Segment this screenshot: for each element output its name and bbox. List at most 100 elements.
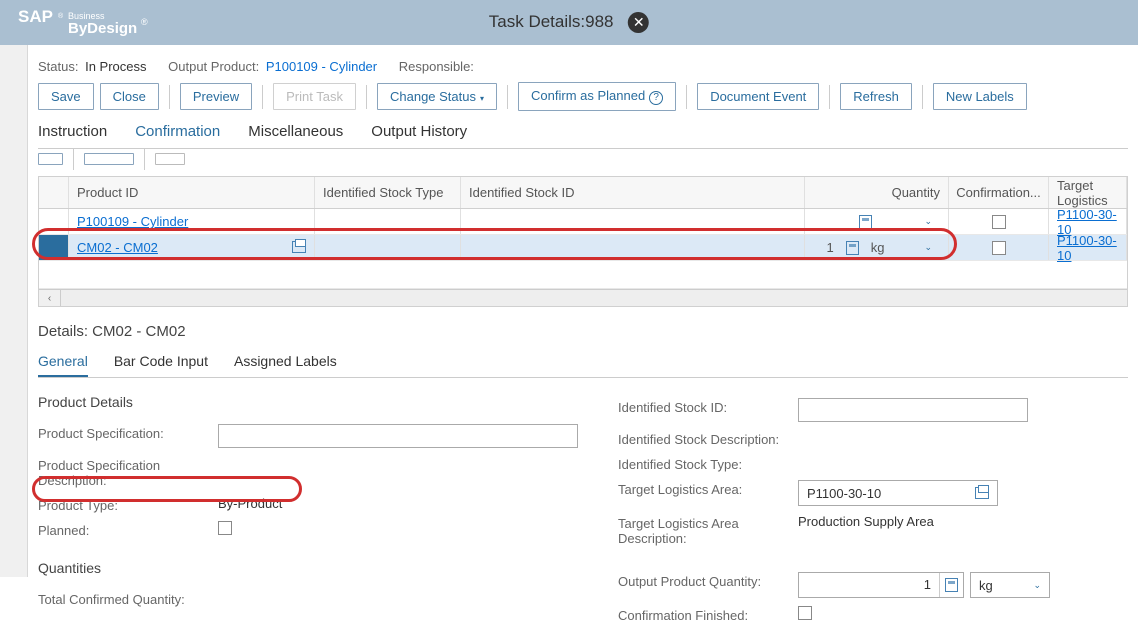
- table-row[interactable]: P100109 - Cylinder ⌄ P11: [39, 209, 1127, 235]
- value-product-type: By-Product: [218, 496, 578, 511]
- section-product-details: Product Details: [38, 394, 578, 410]
- chevron-down-icon: ⌄: [1033, 580, 1041, 591]
- new-labels-button[interactable]: New Labels: [933, 83, 1027, 110]
- partial-button[interactable]: [38, 153, 63, 165]
- preview-button[interactable]: Preview: [180, 83, 252, 110]
- select-unit[interactable]: kg ⌄: [970, 572, 1050, 598]
- label-total-confirmed: Total Confirmed Quantity:: [38, 590, 218, 607]
- status-row: Status: In Process Output Product: P1001…: [38, 45, 1128, 82]
- close-button[interactable]: Close: [100, 83, 159, 110]
- tab-output-history[interactable]: Output History: [371, 121, 467, 142]
- col-check: [39, 177, 69, 208]
- scroll-left-icon[interactable]: ‹: [39, 290, 61, 306]
- cell-product-id: CM02 - CM02: [69, 235, 315, 260]
- product-link[interactable]: P100109 - Cylinder: [77, 214, 188, 229]
- table-row[interactable]: CM02 - CM02 1 kg ⌄: [39, 235, 1127, 261]
- svg-text:ByDesign: ByDesign: [68, 20, 137, 37]
- chevron-down-icon[interactable]: ⌄: [924, 242, 932, 253]
- label-product-type: Product Type:: [38, 496, 218, 513]
- cell-product-id: P100109 - Cylinder: [69, 209, 315, 234]
- document-event-button[interactable]: Document Event: [697, 83, 819, 110]
- tab-barcode[interactable]: Bar Code Input: [114, 350, 208, 377]
- label-product-spec: Product Specification:: [38, 424, 218, 441]
- divider: [144, 148, 145, 170]
- col-product-id[interactable]: Product ID: [69, 177, 315, 208]
- cell-quantity: 1 kg ⌄: [805, 235, 949, 260]
- input-target-logistics-area[interactable]: P1100-30-10: [798, 480, 998, 506]
- product-link[interactable]: CM02 - CM02: [77, 240, 158, 255]
- svg-text:®: ®: [58, 12, 64, 20]
- qty-value: 1: [826, 240, 833, 255]
- table-header: Product ID Identified Stock Type Identif…: [39, 177, 1127, 209]
- tab-assigned-labels[interactable]: Assigned Labels: [234, 350, 337, 377]
- toolbar-divider: [922, 85, 923, 109]
- toolbar-divider: [169, 85, 170, 109]
- label-tla-desc: Target Logistics Area Description:: [618, 514, 798, 546]
- tab-confirmation[interactable]: Confirmation: [135, 121, 220, 142]
- refresh-button[interactable]: Refresh: [840, 83, 912, 110]
- open-icon[interactable]: [292, 241, 306, 253]
- output-product-link[interactable]: P100109 - Cylinder: [266, 59, 377, 74]
- tab-general[interactable]: General: [38, 350, 88, 377]
- divider: [73, 148, 74, 170]
- sub-toolbar: [38, 148, 1128, 176]
- open-icon[interactable]: [975, 487, 989, 499]
- checkbox[interactable]: [992, 241, 1006, 255]
- change-status-label: Change Status: [390, 89, 476, 104]
- details-grid: Product Details Product Specification: P…: [38, 394, 1128, 627]
- toolbar-divider: [366, 85, 367, 109]
- confirm-planned-button[interactable]: Confirm as Planned?: [518, 82, 676, 111]
- output-product-label: Output Product:: [168, 59, 259, 74]
- details-title: Details: CM02 - CM02: [38, 323, 1128, 340]
- col-confirmation[interactable]: Confirmation...: [949, 177, 1049, 208]
- main-tabs: Instruction Confirmation Miscellaneous O…: [38, 121, 1128, 149]
- cell-target: P1100-30-10: [1049, 209, 1127, 234]
- cell-stock-type: [315, 209, 461, 234]
- table-scrollbar[interactable]: ‹: [39, 289, 1127, 306]
- toolbar-divider: [507, 85, 508, 109]
- products-table: Product ID Identified Stock Type Identif…: [38, 176, 1128, 307]
- label-conf-finished: Confirmation Finished:: [618, 606, 798, 623]
- col-stock-type[interactable]: Identified Stock Type: [315, 177, 461, 208]
- page-title: Task Details:988 ✕: [489, 12, 649, 33]
- chevron-down-icon[interactable]: ⌄: [924, 216, 932, 227]
- tab-instruction[interactable]: Instruction: [38, 121, 107, 142]
- partial-button[interactable]: [84, 153, 134, 165]
- toolbar-divider: [829, 85, 830, 109]
- status-value: In Process: [85, 59, 146, 74]
- unit-value: kg: [979, 578, 993, 593]
- row-selector[interactable]: [39, 209, 69, 234]
- close-icon[interactable]: ✕: [628, 12, 649, 33]
- top-header: SAP ® Business ByDesign ® Task Details:9…: [0, 0, 1138, 45]
- input-output-qty[interactable]: 1: [798, 572, 964, 598]
- calculator-icon[interactable]: [846, 241, 859, 255]
- label-planned: Planned:: [38, 521, 218, 538]
- checkbox-planned[interactable]: [218, 521, 232, 535]
- change-status-button[interactable]: Change Status ▾: [377, 83, 497, 110]
- label-output-qty: Output Product Quantity:: [618, 572, 798, 589]
- chevron-down-icon: ▾: [480, 94, 484, 103]
- calculator-icon[interactable]: [859, 215, 872, 229]
- save-button[interactable]: Save: [38, 83, 94, 110]
- label-stock-desc: Identified Stock Description:: [618, 430, 798, 447]
- section-quantities: Quantities: [38, 560, 578, 576]
- print-task-button: Print Task: [273, 83, 356, 110]
- title-text: Task Details:988: [489, 12, 614, 31]
- checkbox[interactable]: [992, 215, 1006, 229]
- row-selector[interactable]: [39, 235, 69, 260]
- empty-row: [39, 261, 1127, 289]
- toolbar-divider: [686, 85, 687, 109]
- col-quantity[interactable]: Quantity: [805, 177, 949, 208]
- col-stock-id[interactable]: Identified Stock ID: [461, 177, 805, 208]
- svg-text:SAP: SAP: [18, 8, 53, 26]
- cell-stock-id: [461, 209, 805, 234]
- tab-miscellaneous[interactable]: Miscellaneous: [248, 121, 343, 142]
- tla-value: P1100-30-10: [807, 486, 881, 501]
- target-link[interactable]: P1100-30-10: [1057, 233, 1118, 263]
- input-product-spec[interactable]: [218, 424, 578, 448]
- col-target[interactable]: Target Logistics: [1049, 177, 1127, 208]
- partial-button[interactable]: [155, 153, 185, 165]
- checkbox-conf-finished[interactable]: [798, 606, 812, 620]
- input-stock-id[interactable]: [798, 398, 1028, 422]
- cell-stock-id: [461, 235, 805, 260]
